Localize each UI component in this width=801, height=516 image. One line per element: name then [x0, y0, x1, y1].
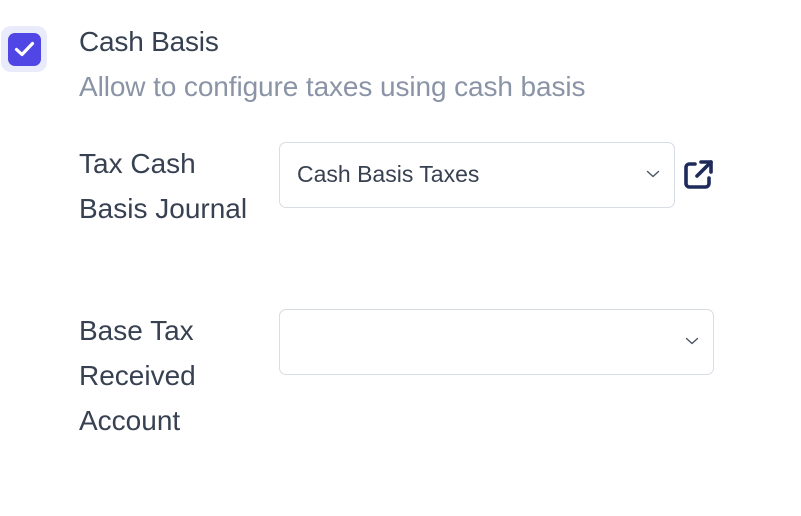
setting-title: Cash Basis: [79, 26, 219, 57]
chevron-down-icon: [646, 170, 660, 178]
base-tax-received-account-label: Base Tax Received Account: [79, 315, 196, 436]
external-link-icon[interactable]: [682, 158, 715, 191]
base-tax-received-account-select[interactable]: [279, 309, 714, 375]
cash-basis-checkbox[interactable]: [1, 26, 47, 72]
checkmark-icon: [14, 41, 34, 57]
cash-basis-setting: Cash Basis Allow to configure taxes usin…: [0, 0, 801, 516]
setting-description: Allow to configure taxes using cash basi…: [79, 71, 586, 102]
chevron-down-icon: [685, 337, 699, 345]
tax-cash-basis-journal-label: Tax Cash Basis Journal: [79, 148, 248, 224]
checkbox-checked-box: [7, 32, 41, 66]
tax-cash-basis-journal-value: Cash Basis Taxes: [297, 161, 480, 187]
tax-cash-basis-journal-select[interactable]: Cash Basis Taxes: [279, 142, 675, 208]
